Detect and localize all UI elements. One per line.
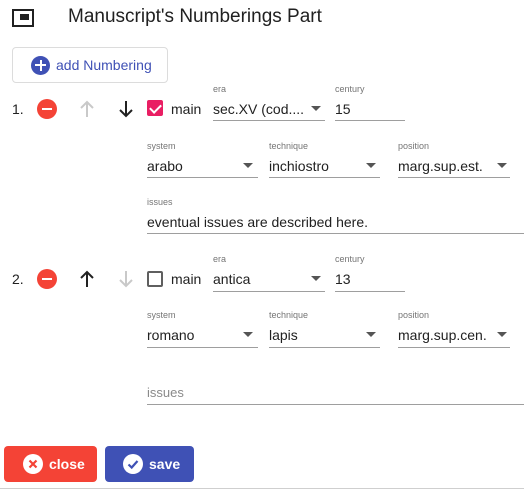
move-down-button[interactable]: [117, 269, 135, 289]
system-select[interactable]: romano: [147, 327, 237, 343]
main-checkbox[interactable]: [147, 100, 163, 116]
save-label: save: [149, 456, 181, 472]
chevron-down-icon: [497, 163, 507, 168]
century-label: century: [335, 254, 365, 264]
position-select[interactable]: marg.sup.est.: [398, 158, 490, 174]
chevron-down-icon: [243, 332, 253, 337]
century-input[interactable]: 13: [335, 271, 405, 287]
close-label: close: [49, 456, 85, 472]
chevron-down-icon: [497, 332, 507, 337]
chevron-down-icon: [366, 332, 376, 337]
era-label: era: [213, 84, 227, 94]
numbering-index: 1.: [12, 101, 24, 117]
system-label: system: [147, 310, 176, 320]
numbering-index: 2.: [12, 271, 24, 287]
save-button[interactable]: save: [105, 446, 194, 482]
position-label: position: [398, 141, 430, 151]
window-icon: [12, 9, 34, 27]
era-select[interactable]: sec.XV (cod....: [213, 101, 303, 117]
technique-label: technique: [269, 310, 309, 320]
position-label: position: [398, 310, 430, 320]
arrow-up-icon: [80, 270, 94, 287]
add-numbering-button[interactable]: add Numbering: [12, 47, 168, 83]
arrow-down-icon: [119, 101, 133, 118]
position-select[interactable]: marg.sup.cen.: [398, 327, 490, 343]
technique-label: technique: [269, 141, 309, 151]
move-down-button[interactable]: [117, 99, 135, 119]
divider: [0, 488, 524, 489]
issues-input[interactable]: issues: [147, 385, 184, 400]
main-checkbox[interactable]: [147, 271, 163, 287]
chevron-down-icon: [366, 163, 376, 168]
main-label: main: [171, 271, 202, 287]
chevron-down-icon: [243, 163, 253, 168]
arrow-down-icon: [119, 271, 133, 288]
chevron-down-icon: [311, 106, 321, 111]
technique-select[interactable]: lapis: [269, 327, 359, 343]
page-title: Manuscript's Numberings Part: [68, 6, 322, 27]
issues-input[interactable]: eventual issues are described here.: [147, 214, 517, 230]
main-label: main: [171, 101, 202, 117]
remove-numbering-button[interactable]: [37, 269, 57, 289]
add-circle-icon: [31, 55, 50, 75]
chevron-down-icon: [311, 276, 321, 281]
close-button[interactable]: close: [4, 446, 97, 482]
remove-numbering-button[interactable]: [37, 99, 57, 119]
system-select[interactable]: arabo: [147, 158, 237, 174]
move-up-button[interactable]: [78, 99, 96, 119]
add-numbering-label: add Numbering: [56, 57, 152, 73]
move-up-button[interactable]: [78, 269, 96, 289]
technique-select[interactable]: inchiostro: [269, 158, 359, 174]
issues-label: issues: [147, 197, 173, 207]
century-input[interactable]: 15: [335, 101, 405, 117]
era-label: era: [213, 254, 227, 264]
check-circle-icon: [123, 454, 143, 474]
cancel-icon: [23, 454, 43, 474]
era-select[interactable]: antica: [213, 271, 303, 287]
century-label: century: [335, 84, 365, 94]
system-label: system: [147, 141, 176, 151]
arrow-up-icon: [80, 100, 94, 117]
